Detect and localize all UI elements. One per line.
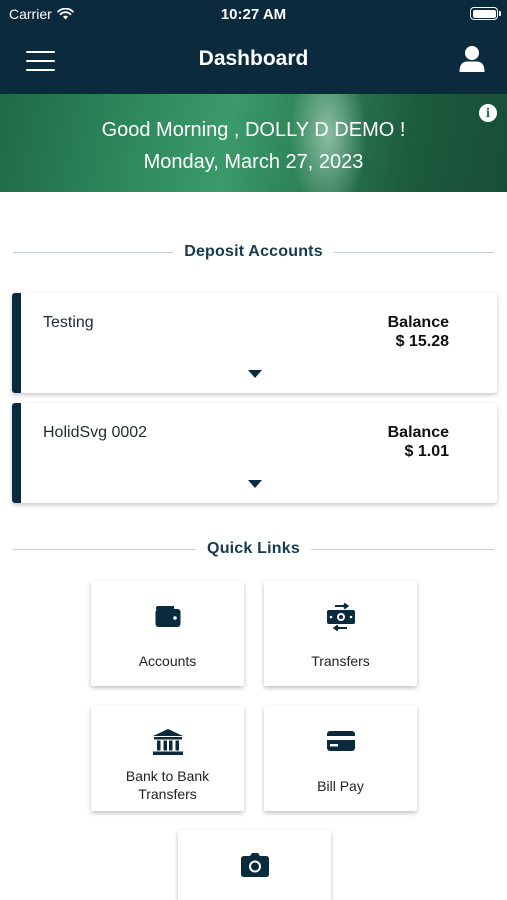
quick-link-bill-pay[interactable]: Bill Pay [264,706,417,811]
status-bar: Carrier 10:27 AM [0,0,507,28]
quick-links-title: Quick Links [207,540,300,557]
hamburger-menu-icon[interactable] [26,51,55,71]
bank-icon [152,729,183,755]
expand-chevron-down-icon[interactable] [248,370,262,378]
balance-amount: $ 1.01 [404,443,449,460]
deposit-accounts-header: Deposit Accounts [13,242,494,262]
divider [310,548,494,550]
deposit-accounts-title: Deposit Accounts [184,243,323,260]
account-card-testing[interactable]: Testing Balance $ 15.28 [12,293,497,393]
quick-link-label: Transfers [311,653,370,669]
quick-link-label: Accounts [138,653,197,669]
divider [333,251,494,253]
top-navigation-bar: Carrier 10:27 AM Dashboard [0,0,507,94]
balance-label: Balance [387,314,449,331]
user-profile-icon[interactable] [459,45,485,73]
greeting-banner: Good Morning , DOLLY D DEMO ! Monday, Ma… [0,94,507,192]
info-icon[interactable]: i [479,104,497,122]
divider [13,548,197,550]
quick-link-label: Bank to Bank Transfers [125,768,210,802]
account-name: Testing [43,314,94,331]
current-date: Monday, March 27, 2023 [143,151,364,173]
money-transfer-icon [326,603,355,631]
battery-icon [470,7,501,20]
quick-link-label: Bill Pay [317,778,364,794]
divider [13,251,174,253]
account-card-holidsvg[interactable]: HolidSvg 0002 Balance $ 1.01 [12,403,497,503]
account-name: HolidSvg 0002 [43,424,148,441]
page-title: Dashboard [198,47,309,70]
balance-label: Balance [387,424,449,441]
quick-link-bank-to-bank-transfers[interactable]: Bank to Bank Transfers [91,706,244,811]
credit-card-icon [326,731,355,751]
balance-amount: $ 15.28 [395,333,449,350]
expand-chevron-down-icon[interactable] [248,480,262,488]
quick-link-accounts[interactable]: Accounts [91,581,244,686]
quick-link-transfers[interactable]: Transfers [264,581,417,686]
status-time: 10:27 AM [220,6,287,23]
camera-icon [240,853,269,877]
greeting-text: Good Morning , DOLLY D DEMO ! [101,119,406,141]
wallet-icon [155,606,180,627]
quick-link-mobile-deposit[interactable] [178,830,331,900]
quick-links-header: Quick Links [13,539,494,559]
